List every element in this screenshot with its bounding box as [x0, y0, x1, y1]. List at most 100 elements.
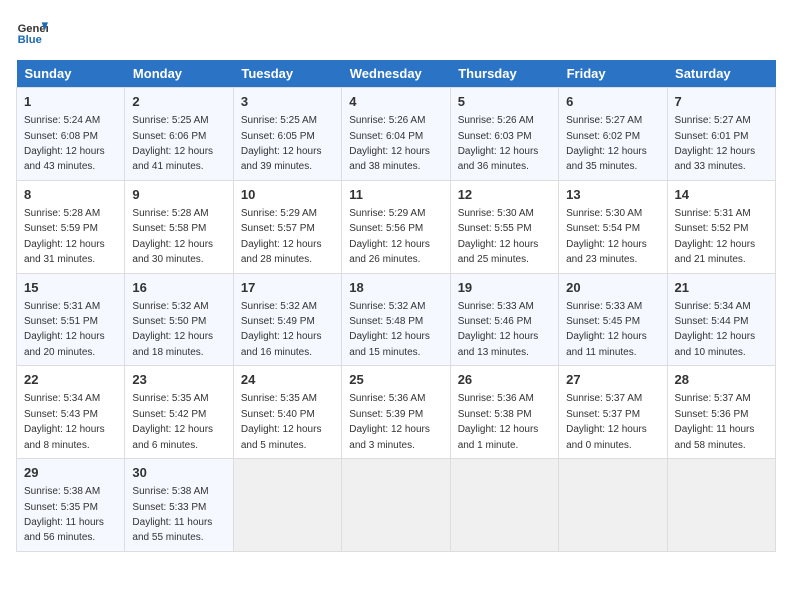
sunrise-text: Sunrise: 5:25 AM: [241, 115, 317, 126]
sunrise-text: Sunrise: 5:31 AM: [24, 301, 100, 312]
daylight-text: Daylight: 12 hours and 21 minutes.: [675, 239, 756, 265]
sunset-text: Sunset: 5:54 PM: [566, 223, 640, 234]
daylight-text: Daylight: 11 hours and 56 minutes.: [24, 517, 104, 543]
daylight-text: Daylight: 11 hours and 58 minutes.: [675, 424, 755, 450]
daylight-text: Daylight: 12 hours and 0 minutes.: [566, 424, 647, 450]
day-cell: 25Sunrise: 5:36 AMSunset: 5:39 PMDayligh…: [342, 366, 450, 459]
header-cell-wednesday: Wednesday: [342, 60, 450, 88]
sunrise-text: Sunrise: 5:31 AM: [675, 208, 751, 219]
day-number: 3: [241, 93, 334, 111]
day-number: 14: [675, 186, 768, 204]
day-cell: 5Sunrise: 5:26 AMSunset: 6:03 PMDaylight…: [450, 88, 558, 181]
daylight-text: Daylight: 12 hours and 18 minutes.: [132, 331, 213, 357]
daylight-text: Daylight: 12 hours and 33 minutes.: [675, 146, 756, 172]
sunset-text: Sunset: 5:48 PM: [349, 316, 423, 327]
day-number: 1: [24, 93, 117, 111]
sunrise-text: Sunrise: 5:35 AM: [241, 393, 317, 404]
day-cell: 14Sunrise: 5:31 AMSunset: 5:52 PMDayligh…: [667, 180, 775, 273]
sunrise-text: Sunrise: 5:28 AM: [132, 208, 208, 219]
day-cell: 11Sunrise: 5:29 AMSunset: 5:56 PMDayligh…: [342, 180, 450, 273]
daylight-text: Daylight: 12 hours and 11 minutes.: [566, 331, 647, 357]
day-cell: [233, 459, 341, 552]
day-number: 17: [241, 279, 334, 297]
daylight-text: Daylight: 12 hours and 43 minutes.: [24, 146, 105, 172]
sunrise-text: Sunrise: 5:24 AM: [24, 115, 100, 126]
day-number: 5: [458, 93, 551, 111]
day-number: 6: [566, 93, 659, 111]
day-cell: [342, 459, 450, 552]
sunrise-text: Sunrise: 5:36 AM: [458, 393, 534, 404]
sunrise-text: Sunrise: 5:26 AM: [458, 115, 534, 126]
day-cell: 9 Sunrise: 5:28 AM Sunset: 5:58 PM Daylight…: [125, 180, 233, 273]
sunrise-text: Sunrise: 5:29 AM: [241, 208, 317, 219]
daylight-text: Daylight: 12 hours and 1 minute.: [458, 424, 539, 450]
daylight-text: Daylight: 12 hours and 30 minutes.: [132, 239, 213, 265]
day-cell: 15Sunrise: 5:31 AMSunset: 5:51 PMDayligh…: [17, 273, 125, 366]
calendar-body: 1 Sunrise: 5:24 AM Sunset: 6:08 PM Daylight…: [17, 88, 776, 552]
sunset-text: Sunset: 5:36 PM: [675, 409, 749, 420]
day-number: 7: [675, 93, 768, 111]
sunrise-text: Sunrise: 5:38 AM: [132, 486, 208, 497]
sunrise-text: Sunrise: 5:30 AM: [458, 208, 534, 219]
daylight-text: Daylight: 12 hours and 23 minutes.: [566, 239, 647, 265]
day-number: 21: [675, 279, 768, 297]
day-number: 8: [24, 186, 117, 204]
header-cell-saturday: Saturday: [667, 60, 775, 88]
day-number: 24: [241, 371, 334, 389]
sunset-text: Sunset: 5:46 PM: [458, 316, 532, 327]
daylight-text: Daylight: 12 hours and 13 minutes.: [458, 331, 539, 357]
sunset-text: Sunset: 5:59 PM: [24, 223, 98, 234]
day-number: 16: [132, 279, 225, 297]
week-row-5: 29Sunrise: 5:38 AMSunset: 5:35 PMDayligh…: [17, 459, 776, 552]
header-cell-tuesday: Tuesday: [233, 60, 341, 88]
day-cell: 17Sunrise: 5:32 AMSunset: 5:49 PMDayligh…: [233, 273, 341, 366]
day-number: 23: [132, 371, 225, 389]
sunset-text: Sunset: 6:04 PM: [349, 131, 423, 142]
day-cell: 28Sunrise: 5:37 AMSunset: 5:36 PMDayligh…: [667, 366, 775, 459]
day-number: 19: [458, 279, 551, 297]
sunrise-text: Sunrise: 5:38 AM: [24, 486, 100, 497]
sunrise-text: Sunrise: 5:37 AM: [566, 393, 642, 404]
header-cell-thursday: Thursday: [450, 60, 558, 88]
sunrise-text: Sunrise: 5:37 AM: [675, 393, 751, 404]
sunrise-text: Sunrise: 5:27 AM: [675, 115, 751, 126]
daylight-text: Daylight: 12 hours and 39 minutes.: [241, 146, 322, 172]
day-cell: 13Sunrise: 5:30 AMSunset: 5:54 PMDayligh…: [559, 180, 667, 273]
day-cell: 21Sunrise: 5:34 AMSunset: 5:44 PMDayligh…: [667, 273, 775, 366]
day-cell: 24Sunrise: 5:35 AMSunset: 5:40 PMDayligh…: [233, 366, 341, 459]
logo: General Blue: [16, 16, 48, 48]
day-cell: 22Sunrise: 5:34 AMSunset: 5:43 PMDayligh…: [17, 366, 125, 459]
day-cell: 23Sunrise: 5:35 AMSunset: 5:42 PMDayligh…: [125, 366, 233, 459]
daylight-text: Daylight: 12 hours and 31 minutes.: [24, 239, 105, 265]
svg-text:Blue: Blue: [18, 34, 42, 46]
sunrise-text: Sunrise: 5:33 AM: [458, 301, 534, 312]
daylight-text: Daylight: 12 hours and 41 minutes.: [132, 146, 213, 172]
sunset-text: Sunset: 5:44 PM: [675, 316, 749, 327]
sunset-text: Sunset: 6:03 PM: [458, 131, 532, 142]
sunset-text: Sunset: 5:39 PM: [349, 409, 423, 420]
sunrise-text: Sunrise: 5:30 AM: [566, 208, 642, 219]
day-number: 11: [349, 186, 442, 204]
daylight-text: Daylight: 12 hours and 5 minutes.: [241, 424, 322, 450]
sunrise-text: Sunrise: 5:28 AM: [24, 208, 100, 219]
day-number: 9: [132, 186, 225, 204]
day-cell: 6Sunrise: 5:27 AMSunset: 6:02 PMDaylight…: [559, 88, 667, 181]
sunset-text: Sunset: 6:08 PM: [24, 131, 98, 142]
sunset-text: Sunset: 5:33 PM: [132, 502, 206, 513]
daylight-text: Daylight: 12 hours and 25 minutes.: [458, 239, 539, 265]
sunset-text: Sunset: 5:35 PM: [24, 502, 98, 513]
sunset-text: Sunset: 5:51 PM: [24, 316, 98, 327]
day-number: 4: [349, 93, 442, 111]
calendar-table: SundayMondayTuesdayWednesdayThursdayFrid…: [16, 60, 776, 552]
week-row-2: 8 Sunrise: 5:28 AM Sunset: 5:59 PM Daylight…: [17, 180, 776, 273]
sunset-text: Sunset: 5:50 PM: [132, 316, 206, 327]
sunset-text: Sunset: 5:58 PM: [132, 223, 206, 234]
daylight-text: Daylight: 12 hours and 26 minutes.: [349, 239, 430, 265]
sunset-text: Sunset: 5:57 PM: [241, 223, 315, 234]
day-cell: 26Sunrise: 5:36 AMSunset: 5:38 PMDayligh…: [450, 366, 558, 459]
week-row-3: 15Sunrise: 5:31 AMSunset: 5:51 PMDayligh…: [17, 273, 776, 366]
day-cell: [667, 459, 775, 552]
day-cell: 7Sunrise: 5:27 AMSunset: 6:01 PMDaylight…: [667, 88, 775, 181]
day-cell: 8 Sunrise: 5:28 AM Sunset: 5:59 PM Daylight…: [17, 180, 125, 273]
header-cell-sunday: Sunday: [17, 60, 125, 88]
